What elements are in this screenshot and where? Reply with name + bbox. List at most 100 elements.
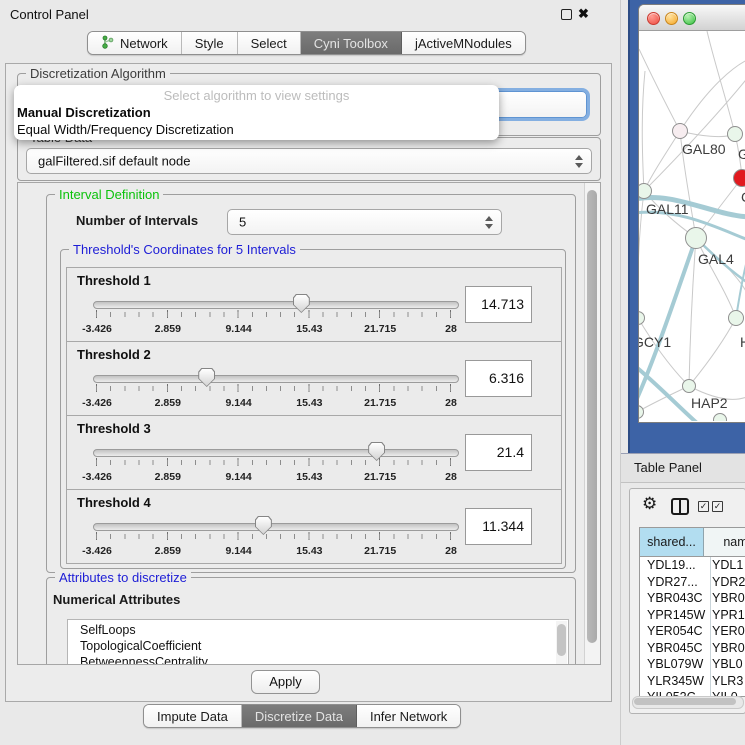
network-node-label: GCY1 [639, 334, 671, 350]
settings-scrollpane: Interval Definition Number of Intervals … [17, 182, 601, 665]
slider-tick-label: -3.426 [67, 471, 127, 483]
threshold-value-field[interactable]: 6.316 [465, 360, 532, 397]
network-node[interactable] [682, 379, 696, 393]
number-of-intervals-combobox[interactable]: 5 [227, 209, 502, 235]
tab-jactivemnodules[interactable]: jActiveMNodules [402, 32, 525, 54]
gear-icon[interactable]: ⚙ [642, 495, 657, 513]
main-scrollbar [584, 183, 600, 664]
attribute-list-item[interactable]: TopologicalCoefficient [68, 638, 568, 654]
tab-impute-data[interactable]: Impute Data [144, 705, 242, 727]
slider-thumb[interactable] [255, 516, 272, 535]
bottom-tab-bar: Impute Data Discretize Data Infer Networ… [143, 704, 461, 728]
network-node[interactable] [685, 227, 707, 249]
zoom-traffic-light[interactable] [683, 12, 696, 25]
tab-infer-network[interactable]: Infer Network [357, 705, 460, 727]
threshold-label: Threshold 2 [77, 347, 151, 362]
threshold-panel-3: Threshold 3 -3.4262.8599.14415.4321.7152… [66, 415, 562, 490]
main-scrollbar-thumb[interactable] [587, 190, 597, 643]
slider-tick-labels: -3.4262.8599.14415.4321.71528 [93, 323, 457, 335]
slider-thumb[interactable] [293, 294, 310, 313]
network-node-label: GA [738, 146, 745, 162]
node-attribute-table: shared... name YDL19...YDL1YDR27...YDR2Y… [639, 527, 745, 697]
tab-discretize-data[interactable]: Discretize Data [242, 705, 357, 727]
table-cell: YER0 [712, 623, 745, 640]
tab-cyni-toolbox[interactable]: Cyni Toolbox [301, 32, 402, 54]
numerical-attributes-label: Numerical Attributes [53, 592, 180, 607]
threshold-panel-1: Threshold 1 -3.4262.8599.14415.4321.7152… [66, 267, 562, 342]
slider-tick-label: 28 [421, 323, 481, 335]
threshold-value-field[interactable]: 14.713 [465, 286, 532, 323]
checkbox-icon-1[interactable]: ✓ [698, 501, 709, 512]
table-panel-title: Table Panel [634, 460, 702, 475]
table-row[interactable]: YBL079WYBL0 [640, 656, 745, 673]
table-row[interactable]: YPR145WYPR1 [640, 607, 745, 624]
slider-tick-label: 15.43 [279, 471, 339, 483]
table-row[interactable]: YER054CYER0 [640, 623, 745, 640]
table-data-combobox[interactable]: galFiltered.sif default node [26, 148, 592, 174]
table-row[interactable]: YBR045CYBR0 [640, 640, 745, 657]
network-node[interactable] [672, 123, 688, 139]
attribute-list-item[interactable]: BetweennessCentrality [68, 654, 568, 665]
slider-tick-label: 21.715 [350, 545, 410, 557]
table-cell: YER054C [640, 623, 711, 640]
tab-select-label: Select [251, 36, 287, 51]
tab-select[interactable]: Select [238, 32, 301, 54]
threshold-value-field[interactable]: 21.4 [465, 434, 532, 471]
table-cell: YDL19... [640, 557, 711, 574]
table-cell: YPR1 [712, 607, 745, 624]
tab-discretize-data-label: Discretize Data [255, 709, 343, 724]
slider-tick-label: 15.43 [279, 545, 339, 557]
interval-definition-group: Interval Definition Number of Intervals … [46, 194, 576, 573]
slider-thumb[interactable] [368, 442, 385, 461]
slider-tick-label: 9.144 [209, 397, 269, 409]
table-panel-header: Table Panel [621, 453, 745, 483]
tab-style[interactable]: Style [182, 32, 238, 54]
table-cell: YBL079W [640, 656, 711, 673]
apply-button[interactable]: Apply [251, 670, 320, 694]
column-header-shared-name[interactable]: shared... [640, 528, 704, 557]
tab-network[interactable]: Network [88, 32, 182, 54]
slider-tick-label: -3.426 [67, 545, 127, 557]
network-canvas[interactable]: GAL80GACGAL11GAL4GCY1HHAP2 [639, 31, 745, 421]
slider-track[interactable] [93, 301, 459, 309]
slider-thumb[interactable] [198, 368, 215, 387]
table-data-value: galFiltered.sif default node [38, 154, 190, 169]
table-cell: YDR27... [640, 574, 711, 591]
slider-tick-label: 21.715 [350, 397, 410, 409]
attributes-list-scrollbar [556, 621, 567, 665]
close-icon[interactable]: ✖ [578, 6, 589, 22]
minimize-traffic-light[interactable] [665, 12, 678, 25]
table-row[interactable]: YBR043CYBR0 [640, 590, 745, 607]
table-cell: YDL1 [712, 557, 745, 574]
slider-track[interactable] [93, 523, 459, 531]
network-node-label: HAP2 [691, 395, 728, 411]
network-node[interactable] [733, 169, 745, 187]
slider-tick-label: 2.859 [138, 545, 198, 557]
network-node[interactable] [713, 413, 727, 421]
attribute-list-item[interactable]: SelfLoops [68, 622, 568, 638]
table-row[interactable]: YDR27...YDR2 [640, 574, 745, 591]
table-cell: YBR0 [712, 590, 745, 607]
attributes-list-scrollbar-thumb[interactable] [557, 624, 566, 656]
slider-track[interactable] [93, 375, 459, 383]
split-columns-icon[interactable] [671, 498, 689, 515]
slider-tick-labels: -3.4262.8599.14415.4321.71528 [93, 397, 457, 409]
checkbox-icon-2[interactable]: ✓ [712, 501, 723, 512]
dropdown-option-equal-width[interactable]: Equal Width/Frequency Discretization [17, 122, 234, 137]
column-header-name[interactable]: name [704, 528, 745, 557]
table-row[interactable]: YLR345WYLR3 [640, 673, 745, 690]
network-node[interactable] [728, 310, 744, 326]
threshold-value-field[interactable]: 11.344 [465, 508, 532, 545]
network-node[interactable] [727, 126, 743, 142]
screen: Control Panel ✖ Network Style [0, 0, 745, 745]
float-window-icon[interactable] [561, 9, 572, 20]
interval-definition-title: Interval Definition [55, 187, 163, 202]
close-traffic-light[interactable] [647, 12, 660, 25]
table-horizontal-scrollbar-thumb[interactable] [634, 698, 736, 705]
dropdown-option-manual[interactable]: Manual Discretization [17, 105, 151, 120]
slider-tick-label: -3.426 [67, 397, 127, 409]
slider-tick-label: 28 [421, 397, 481, 409]
table-row[interactable]: YIL052CYIL0 [640, 689, 745, 696]
slider-track[interactable] [93, 449, 459, 457]
table-row[interactable]: YDL19...YDL1 [640, 557, 745, 574]
